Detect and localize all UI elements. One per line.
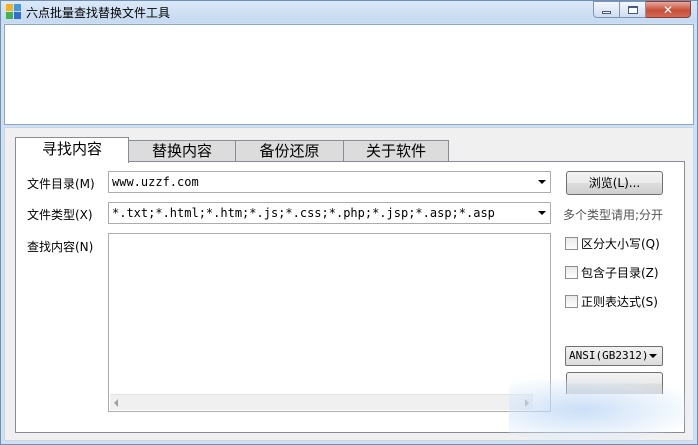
maximize-button[interactable]	[620, 1, 646, 18]
close-icon: ✕	[662, 2, 674, 17]
tab-replace[interactable]: 替换内容	[128, 140, 236, 162]
results-panel	[4, 24, 694, 125]
chevron-down-icon[interactable]	[538, 180, 546, 184]
regex-label: 正则表达式(S)	[581, 295, 658, 309]
checkbox-box[interactable]	[565, 237, 578, 250]
chevron-down-icon[interactable]	[649, 354, 657, 358]
tab-backup-restore[interactable]: 备份还原	[235, 140, 344, 162]
include-subdirs-label: 包含子目录(Z)	[581, 266, 659, 280]
scroll-left-icon[interactable]	[114, 399, 118, 407]
checkbox-box[interactable]	[565, 266, 578, 279]
browse-button[interactable]: 浏览(L)...	[566, 171, 663, 195]
dir-value: www.uzzf.com	[112, 175, 199, 189]
type-combobox[interactable]: *.txt;*.html;*.htm;*.js;*.css;*.php;*.js…	[108, 202, 551, 224]
dir-label: 文件目录(M)	[27, 177, 95, 191]
regex-checkbox[interactable]: 正则表达式(S)	[565, 293, 658, 310]
minimize-button[interactable]	[593, 1, 620, 18]
encoding-select[interactable]: ANSI(GB2312)	[565, 346, 663, 366]
encoding-value: ANSI(GB2312)	[569, 349, 649, 362]
type-value: *.txt;*.html;*.htm;*.js;*.css;*.php;*.js…	[112, 206, 495, 220]
horizontal-scrollbar[interactable]	[110, 394, 533, 410]
watermark	[509, 379, 689, 441]
title-bar[interactable]: 六点批量查找替换文件工具 ✕	[1, 1, 697, 23]
checkbox-box[interactable]	[565, 295, 578, 308]
app-window: 六点批量查找替换文件工具 ✕ 寻找内容 替换内容 备份还原 关于软件 文件目录(…	[0, 0, 698, 445]
type-label: 文件类型(X)	[27, 208, 93, 222]
type-hint: 多个类型请用;分开	[563, 208, 664, 222]
include-subdirs-checkbox[interactable]: 包含子目录(Z)	[565, 264, 659, 281]
dir-combobox[interactable]: www.uzzf.com	[108, 171, 551, 193]
minimize-icon	[602, 11, 611, 14]
find-content-textarea[interactable]	[108, 233, 551, 412]
find-label: 查找内容(N)	[27, 240, 94, 254]
window-title: 六点批量查找替换文件工具	[26, 6, 171, 20]
app-logo-icon	[6, 4, 21, 19]
tab-find[interactable]: 寻找内容	[15, 137, 129, 163]
close-button[interactable]: ✕	[646, 1, 691, 18]
chevron-down-icon[interactable]	[538, 211, 546, 215]
case-sensitive-checkbox[interactable]: 区分大小写(Q)	[565, 235, 660, 252]
case-sensitive-label: 区分大小写(Q)	[581, 237, 660, 251]
tab-about[interactable]: 关于软件	[343, 140, 449, 162]
maximize-icon	[627, 5, 638, 14]
window-controls: ✕	[593, 1, 691, 18]
